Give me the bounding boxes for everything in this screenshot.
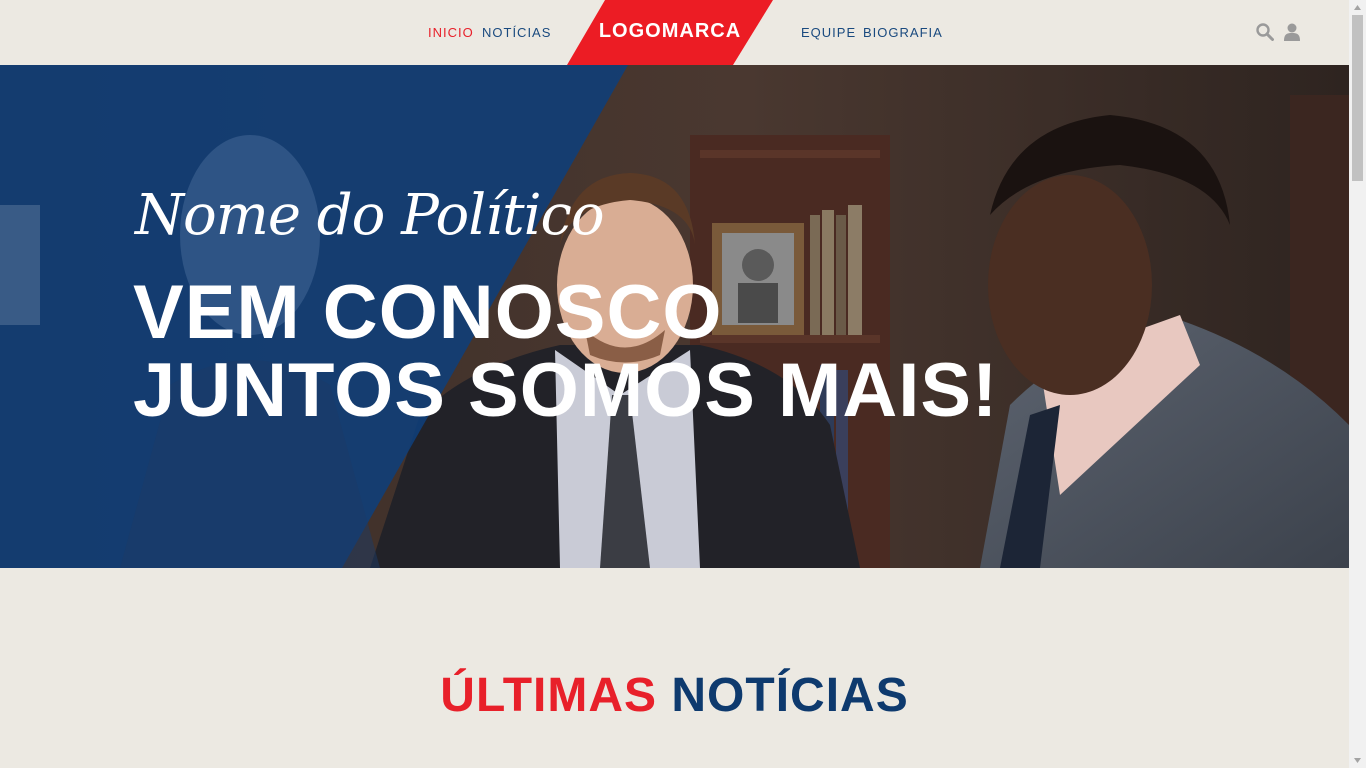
vertical-scrollbar[interactable] [1349,0,1366,768]
logo[interactable]: LOGOMARCA [567,0,773,65]
user-icon[interactable] [1284,23,1302,41]
hero-headline-line2: JUNTOS SOMOS MAIS! [133,348,999,433]
section-title: ÚLTIMAS NOTÍCIAS [0,668,1349,723]
nav-link-noticias[interactable]: NOTÍCIAS [482,25,551,40]
scroll-down-arrow-icon[interactable] [1353,756,1362,765]
search-icon[interactable] [1256,23,1274,41]
nav-link-inicio[interactable]: INICIO [428,25,474,40]
section-title-blue: NOTÍCIAS [671,669,909,722]
nav-link-biografia[interactable]: BIOGRAFIA [863,25,943,40]
nav-link-equipe[interactable]: EQUIPE [801,25,856,40]
scroll-up-arrow-icon[interactable] [1353,3,1362,12]
hero-headline-line1: VEM CONOSCO [133,270,723,355]
scrollbar-thumb[interactable] [1352,15,1363,181]
logo-text: LOGOMARCA [598,20,742,42]
site-header: INICIO NOTÍCIAS LOGOMARCA EQUIPE BIOGRAF… [0,0,1349,65]
politician-name: Nome do Político [135,183,605,248]
hero-banner: Nome do Político VEM CONOSCO JUNTOS SOMO… [0,65,1349,568]
section-title-red: ÚLTIMAS [440,669,658,722]
